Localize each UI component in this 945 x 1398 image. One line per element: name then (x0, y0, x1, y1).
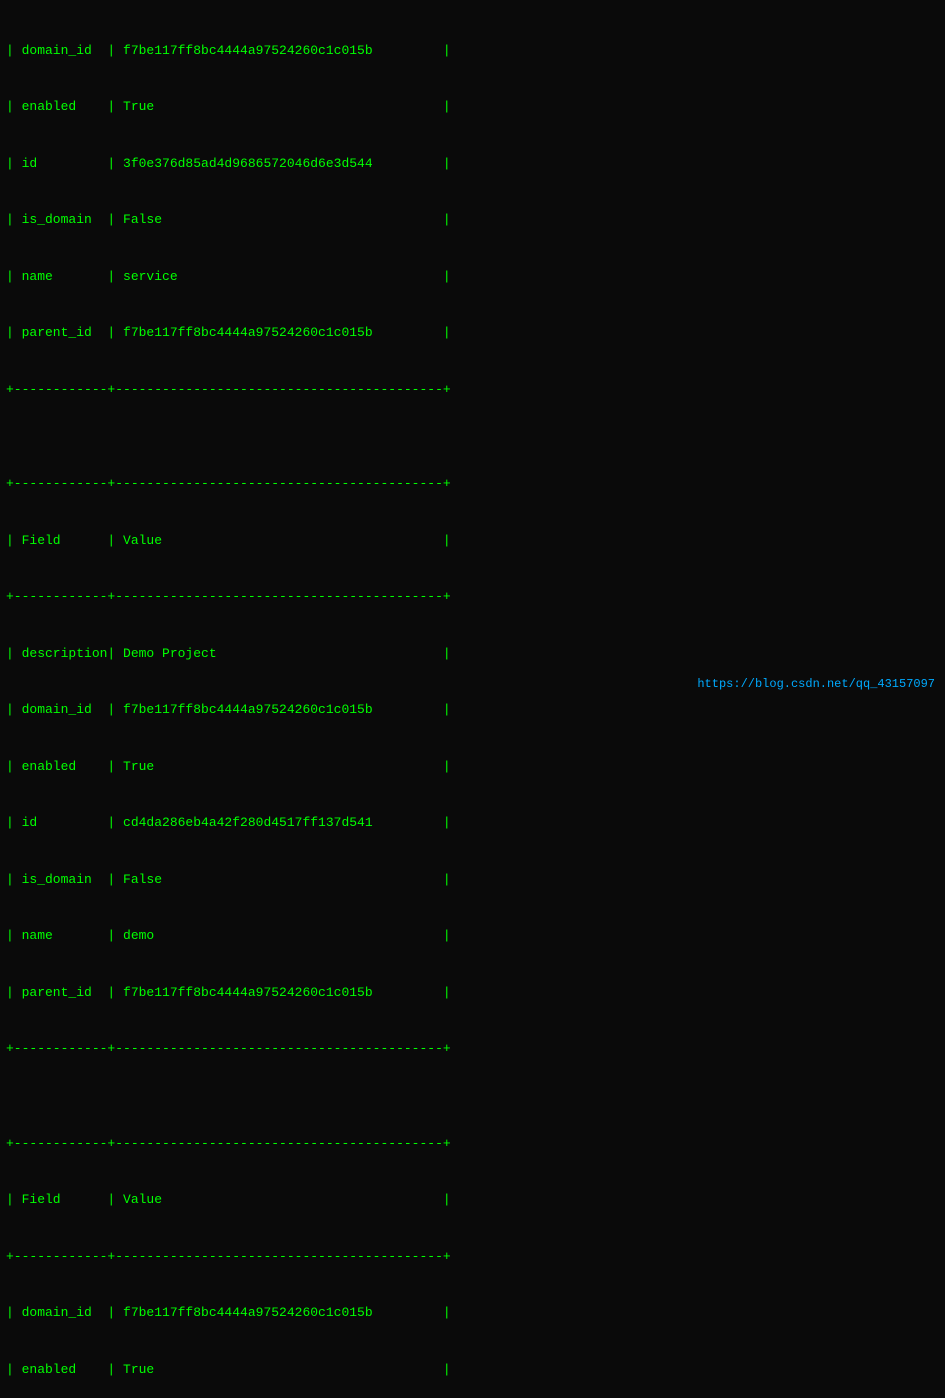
line-1: | enabled | True | (6, 98, 939, 117)
line-16: | name | demo | (6, 927, 939, 946)
line-15: | is_domain | False | (6, 871, 939, 890)
line-24: | enabled | True | (6, 1361, 939, 1380)
terminal-window: | domain_id | f7be117ff8bc4444a97524260c… (0, 0, 945, 1398)
line-23: | domain_id | f7be117ff8bc4444a97524260c… (6, 1304, 939, 1323)
line-18: +------------+--------------------------… (6, 1040, 939, 1059)
line-14: | id | cd4da286eb4a42f280d4517ff137d541 … (6, 814, 939, 833)
line-11: | description| Demo Project | (6, 645, 939, 664)
line-20: +------------+--------------------------… (6, 1135, 939, 1154)
line-22: +------------+--------------------------… (6, 1248, 939, 1267)
line-8: +------------+--------------------------… (6, 475, 939, 494)
line-12: | domain_id | f7be117ff8bc4444a97524260c… (6, 701, 939, 720)
watermark: https://blog.csdn.net/qq_43157097 (697, 677, 935, 691)
line-3: | is_domain | False | (6, 211, 939, 230)
line-4: | name | service | (6, 268, 939, 287)
line-13: | enabled | True | (6, 758, 939, 777)
line-6: +------------+--------------------------… (6, 381, 939, 400)
line-2: | id | 3f0e376d85ad4d9686572046d6e3d544 … (6, 155, 939, 174)
line-0: | domain_id | f7be117ff8bc4444a97524260c… (6, 42, 939, 61)
line-5: | parent_id | f7be117ff8bc4444a97524260c… (6, 324, 939, 343)
line-10: +------------+--------------------------… (6, 588, 939, 607)
line-21: | Field | Value | (6, 1191, 939, 1210)
line-9: | Field | Value | (6, 532, 939, 551)
line-17: | parent_id | f7be117ff8bc4444a97524260c… (6, 984, 939, 1003)
